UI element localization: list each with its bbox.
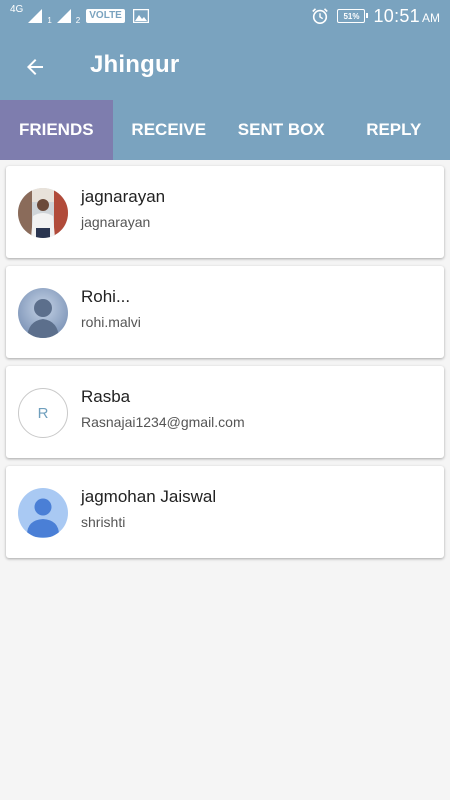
person-silhouette-icon <box>18 288 68 338</box>
friend-username: shrishti <box>81 514 126 530</box>
friend-username: jagnarayan <box>81 214 151 230</box>
arrow-back-icon <box>27 59 43 75</box>
app-bar: Jhingur <box>0 32 450 100</box>
volte-badge: VOLTE <box>86 9 125 23</box>
friend-name: Rohi... <box>81 287 131 306</box>
friends-list: jagnarayan jagnarayan Rohi... rohi.malvi… <box>6 166 444 566</box>
friend-username: rohi.malvi <box>81 314 141 330</box>
avatar <box>18 188 68 238</box>
clock-time: 10:51 <box>373 5 420 26</box>
friend-username: Rasnajai1234@gmail.com <box>81 414 245 430</box>
friend-card[interactable]: jagmohan Jaiswal shrishti <box>6 466 444 558</box>
network-type-label: 4G <box>10 4 24 15</box>
tab-label: SENT BOX <box>237 120 325 139</box>
sim2-label: 2 <box>75 16 81 25</box>
clock-ampm: AM <box>422 10 440 25</box>
page-title: Jhingur <box>90 51 180 78</box>
tab-label: REPLY <box>366 120 422 139</box>
avatar-letter: R <box>37 404 49 422</box>
alarm-icon <box>312 8 329 25</box>
tab-reply[interactable]: REPLY <box>338 100 450 160</box>
signal-icon <box>56 9 71 23</box>
tab-friends[interactable]: FRIENDS <box>0 100 113 160</box>
letter-avatar: R <box>18 388 68 438</box>
battery-icon: 51% <box>337 9 369 23</box>
clock: 10:51 AM <box>373 6 440 27</box>
default-person-icon <box>18 488 68 538</box>
status-bar-left: 4G 1 2 VOLTE <box>10 4 149 26</box>
profile-photo-icon <box>18 188 68 238</box>
tab-receive[interactable]: RECEIVE <box>113 100 226 160</box>
friend-card[interactable]: jagnarayan jagnarayan <box>6 166 444 258</box>
tab-label: RECEIVE <box>131 120 207 139</box>
friend-name: jagnarayan <box>81 187 166 206</box>
friend-card[interactable]: R Rasba Rasnajai1234@gmail.com <box>6 366 444 458</box>
signal-icon <box>28 9 43 23</box>
friend-card[interactable]: Rohi... rohi.malvi <box>6 266 444 358</box>
gallery-icon <box>132 9 149 23</box>
back-button[interactable] <box>20 52 50 82</box>
battery-level: 51% <box>343 11 360 21</box>
status-bar: 4G 1 2 VOLTE 51% 10:51 AM <box>0 0 450 32</box>
friend-name: jagmohan Jaiswal <box>81 487 217 506</box>
sim1-label: 1 <box>47 16 52 25</box>
avatar <box>18 288 68 338</box>
tab-label: FRIENDS <box>18 120 94 139</box>
tab-bar: FRIENDS RECEIVE SENT BOX REPLY <box>0 100 450 160</box>
status-bar-right: 51% 10:51 AM <box>311 5 440 27</box>
avatar <box>18 488 68 538</box>
friend-name: Rasba <box>81 387 131 406</box>
tab-sent-box[interactable]: SENT BOX <box>225 100 338 160</box>
